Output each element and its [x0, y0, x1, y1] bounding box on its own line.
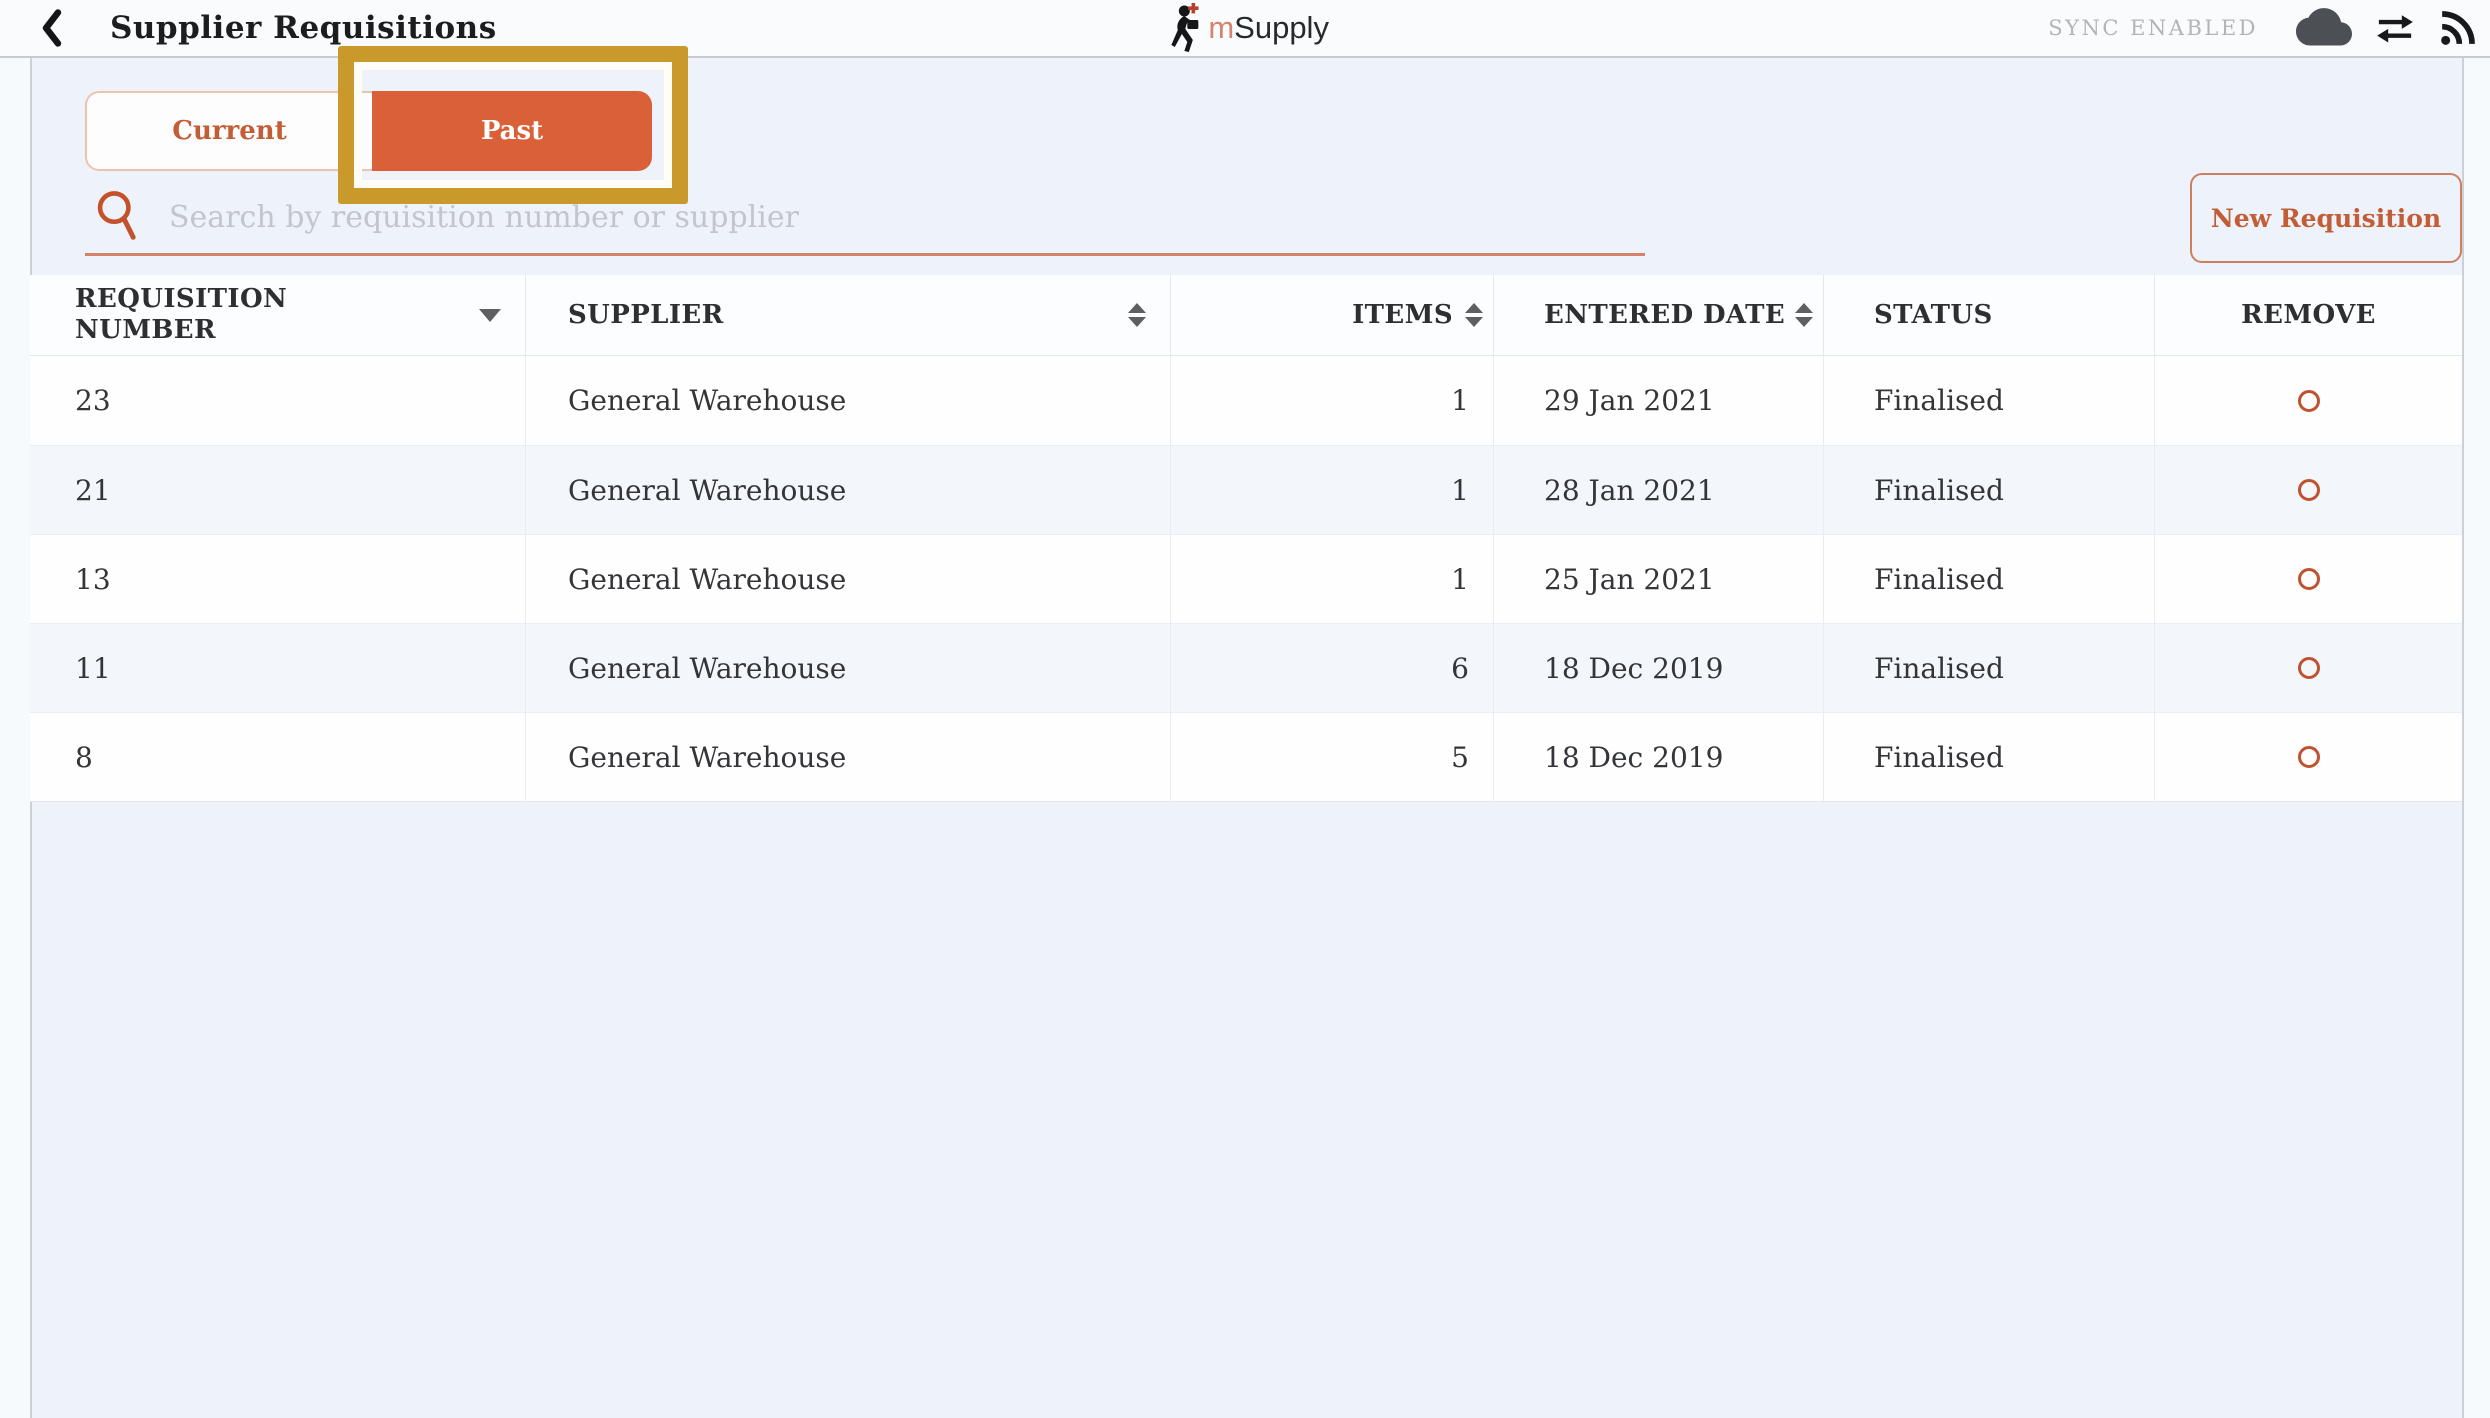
- tab-past-label: Past: [481, 116, 543, 146]
- runner-mascot-icon: [1164, 2, 1202, 54]
- cell-requisition_number: 21: [30, 446, 526, 534]
- tab-past[interactable]: Past: [372, 91, 652, 171]
- cell-entered_date: 28 Jan 2021: [1494, 446, 1824, 534]
- search-bar: [85, 181, 1645, 256]
- column-label-requisition_number: REQUISITION NUMBER: [75, 284, 335, 346]
- sync-status-area: SYNC ENABLED: [2048, 0, 2478, 56]
- msupply-logo: mSupply: [1164, 0, 1329, 56]
- table-row[interactable]: 8General Warehouse518 Dec 2019Finalised: [30, 712, 2462, 801]
- cell-remove: [2155, 713, 2462, 801]
- search-input[interactable]: [167, 199, 1645, 236]
- table-row[interactable]: 23General Warehouse129 Jan 2021Finalised: [30, 356, 2462, 445]
- tab-current[interactable]: Current: [85, 91, 372, 171]
- tab-current-label: Current: [172, 116, 286, 146]
- column-header-entered_date[interactable]: ENTERED DATE: [1494, 275, 1824, 355]
- cell-status: Finalised: [1824, 713, 2155, 801]
- cell-items: 1: [1171, 535, 1494, 623]
- remove-radio-button[interactable]: [2298, 568, 2320, 590]
- cell-requisition_number: 13: [30, 535, 526, 623]
- logo-text: mSupply: [1208, 10, 1329, 46]
- logo-text-m: m: [1208, 10, 1234, 45]
- table-body: 23General Warehouse129 Jan 2021Finalised…: [30, 356, 2462, 802]
- search-icon: [93, 187, 147, 243]
- cell-items: 1: [1171, 356, 1494, 445]
- cell-supplier: General Warehouse: [526, 356, 1171, 445]
- cell-entered_date: 18 Dec 2019: [1494, 713, 1824, 801]
- sync-status-label: SYNC ENABLED: [2048, 16, 2258, 40]
- remove-radio-button[interactable]: [2298, 657, 2320, 679]
- new-requisition-button[interactable]: New Requisition: [2190, 173, 2462, 263]
- cell-entered_date: 25 Jan 2021: [1494, 535, 1824, 623]
- cell-remove: [2155, 624, 2462, 712]
- cell-requisition_number: 23: [30, 356, 526, 445]
- cell-supplier: General Warehouse: [526, 624, 1171, 712]
- cell-status: Finalised: [1824, 624, 2155, 712]
- column-header-remove: REMOVE: [2155, 275, 2462, 355]
- cell-items: 6: [1171, 624, 1494, 712]
- remove-radio-button[interactable]: [2298, 746, 2320, 768]
- requisition-tabs: Current Past: [85, 91, 652, 171]
- sort-toggle-icon: [1465, 303, 1483, 327]
- table-row[interactable]: 13General Warehouse125 Jan 2021Finalised: [30, 534, 2462, 623]
- logo-text-supply: Supply: [1234, 10, 1329, 45]
- cell-remove: [2155, 535, 2462, 623]
- column-header-supplier[interactable]: SUPPLIER: [526, 275, 1171, 355]
- cell-remove: [2155, 446, 2462, 534]
- column-label-entered_date: ENTERED DATE: [1544, 300, 1785, 330]
- table-row[interactable]: 11General Warehouse618 Dec 2019Finalised: [30, 623, 2462, 712]
- cell-entered_date: 29 Jan 2021: [1494, 356, 1824, 445]
- sort-toggle-icon: [1795, 303, 1813, 327]
- sync-arrows-icon: [2374, 11, 2416, 45]
- wireless-feed-icon: [2438, 8, 2478, 48]
- table-header-row: REQUISITION NUMBER SUPPLIER ITEMS ENTERED D…: [30, 275, 2462, 356]
- cloud-icon: [2296, 8, 2352, 48]
- cell-items: 1: [1171, 446, 1494, 534]
- sort-toggle-icon: [1128, 303, 1146, 327]
- top-bar: Supplier Requisitions mSupply SYNC ENABL…: [0, 0, 2490, 58]
- sort-descending-icon: [479, 309, 501, 322]
- column-header-status: STATUS: [1824, 275, 2155, 355]
- cell-status: Finalised: [1824, 356, 2155, 445]
- page-title: Supplier Requisitions: [110, 0, 497, 56]
- column-label-items: ITEMS: [1352, 300, 1453, 330]
- column-header-items[interactable]: ITEMS: [1171, 275, 1494, 355]
- cell-requisition_number: 8: [30, 713, 526, 801]
- remove-radio-button[interactable]: [2298, 479, 2320, 501]
- cell-supplier: General Warehouse: [526, 446, 1171, 534]
- cell-entered_date: 18 Dec 2019: [1494, 624, 1824, 712]
- cell-status: Finalised: [1824, 446, 2155, 534]
- cell-supplier: General Warehouse: [526, 535, 1171, 623]
- cell-items: 5: [1171, 713, 1494, 801]
- requisitions-table: REQUISITION NUMBER SUPPLIER ITEMS ENTERED D…: [30, 275, 2462, 802]
- cell-supplier: General Warehouse: [526, 713, 1171, 801]
- column-label-status: STATUS: [1874, 300, 1993, 330]
- cell-remove: [2155, 356, 2462, 445]
- column-header-requisition_number[interactable]: REQUISITION NUMBER: [30, 275, 526, 355]
- cell-status: Finalised: [1824, 535, 2155, 623]
- column-label-supplier: SUPPLIER: [568, 300, 724, 330]
- column-label-remove: REMOVE: [2241, 300, 2376, 330]
- back-button[interactable]: [30, 6, 74, 50]
- cell-requisition_number: 11: [30, 624, 526, 712]
- remove-radio-button[interactable]: [2298, 390, 2320, 412]
- chevron-left-icon: [39, 9, 65, 47]
- table-row[interactable]: 21General Warehouse128 Jan 2021Finalised: [30, 445, 2462, 534]
- sync-indicators[interactable]: [2296, 8, 2478, 48]
